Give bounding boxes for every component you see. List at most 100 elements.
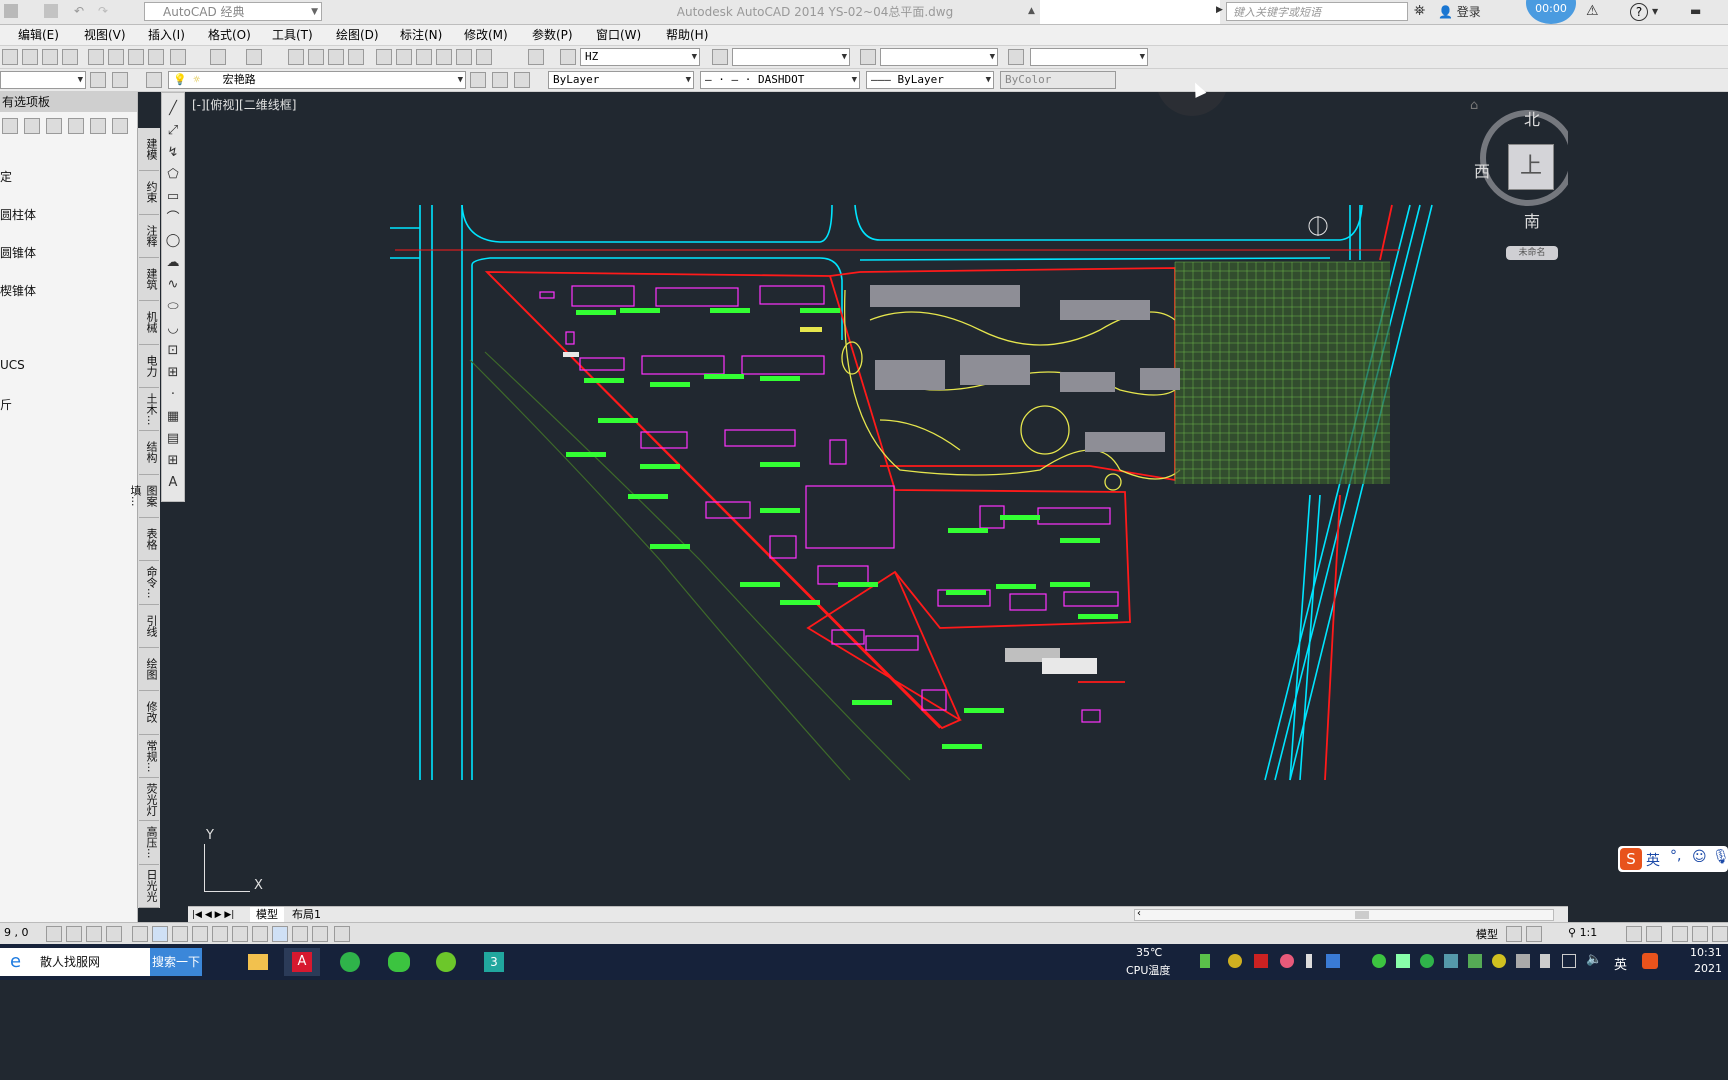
- layer-previous-icon[interactable]: [492, 72, 508, 88]
- palette-tab[interactable]: 引线: [139, 605, 159, 648]
- tray-wechat-icon[interactable]: [1372, 954, 1386, 968]
- home-icon[interactable]: ⌂: [1470, 98, 1478, 113]
- cut-icon[interactable]: [88, 49, 104, 65]
- ime-indicator[interactable]: 英: [1614, 954, 1627, 973]
- menu-help[interactable]: 帮助(H): [660, 25, 714, 45]
- menu-format[interactable]: 格式(O): [202, 25, 257, 45]
- wechat-icon[interactable]: [380, 948, 416, 976]
- otrack-icon[interactable]: [192, 926, 208, 942]
- security-guard-icon[interactable]: [428, 948, 464, 976]
- palette-tab[interactable]: 注释: [139, 215, 159, 258]
- layer-tool-icon[interactable]: [112, 72, 128, 88]
- autodesk-icon[interactable]: ⚠: [1586, 3, 1599, 19]
- zoom-previous-icon[interactable]: [348, 49, 364, 65]
- palette-tab[interactable]: 建模: [139, 128, 159, 172]
- expand-search-icon[interactable]: ▶: [1216, 5, 1223, 15]
- print-icon[interactable]: [44, 4, 58, 18]
- osnap-icon[interactable]: [152, 926, 168, 942]
- palette-tab[interactable]: 约束: [139, 171, 159, 215]
- palette-tab[interactable]: 结构: [139, 431, 159, 475]
- block-editor-icon[interactable]: [170, 49, 186, 65]
- tool-palettes-icon[interactable]: [416, 49, 432, 65]
- properties-icon[interactable]: [376, 49, 392, 65]
- sogou-ime-bar[interactable]: S 英 °, ☺ 🎙: [1618, 846, 1728, 872]
- scroll-up-icon[interactable]: ▲: [1028, 6, 1035, 16]
- network-icon[interactable]: [1562, 954, 1576, 968]
- annotation-monitor-icon[interactable]: [334, 926, 350, 942]
- taskbar-search-input[interactable]: e 散人找服网: [0, 948, 150, 976]
- nav-first-icon[interactable]: |◀ ◀ ▶ ▶|: [192, 907, 234, 923]
- make-current-icon[interactable]: [470, 72, 486, 88]
- menu-modify[interactable]: 修改(M): [458, 25, 514, 45]
- help-button[interactable]: ?: [1630, 3, 1648, 21]
- help-dropdown-icon[interactable]: ▼: [1652, 7, 1658, 16]
- lock-ui-icon[interactable]: [1692, 926, 1708, 942]
- palette-tab[interactable]: 修改: [139, 691, 159, 735]
- wcs-menu[interactable]: 未命名: [1506, 246, 1558, 260]
- arc-icon[interactable]: ⌒: [165, 211, 181, 227]
- text-style-icon[interactable]: [560, 49, 576, 65]
- save-icon[interactable]: [4, 4, 18, 18]
- infer-constraints-icon[interactable]: [46, 926, 62, 942]
- workspace-switch-icon[interactable]: [1672, 926, 1688, 942]
- dim-style-select[interactable]: ▼: [732, 48, 850, 66]
- palette-tab[interactable]: 高压...: [139, 821, 159, 865]
- paste-icon[interactable]: [128, 49, 144, 65]
- file-explorer-icon[interactable]: [240, 948, 276, 976]
- app-3-icon[interactable]: 3: [476, 948, 512, 976]
- zoom-window-icon[interactable]: [328, 49, 344, 65]
- lineweight-toggle-icon[interactable]: [252, 926, 268, 942]
- save-icon[interactable]: [42, 49, 58, 65]
- menu-window[interactable]: 窗口(W): [590, 25, 647, 45]
- palette-tab[interactable]: 日光光: [139, 865, 159, 908]
- linetype-select[interactable]: — · — · DASHDOT ▼: [700, 71, 860, 89]
- autocad-icon[interactable]: A: [284, 948, 320, 976]
- tray-user-icon[interactable]: [1396, 954, 1410, 968]
- multileader-style-select[interactable]: ▼: [1030, 48, 1148, 66]
- palette-tab[interactable]: 绘图: [139, 648, 159, 692]
- torus-icon[interactable]: [90, 118, 106, 134]
- ducs-icon[interactable]: [212, 926, 228, 942]
- spline-icon[interactable]: ∿: [165, 277, 181, 293]
- menu-draw[interactable]: 绘图(D): [330, 25, 385, 45]
- palette-tab[interactable]: 图案填...: [129, 475, 159, 518]
- palette-tab[interactable]: 命令...: [139, 561, 159, 605]
- layer-state-icon[interactable]: [514, 72, 530, 88]
- insert-block-icon[interactable]: ⊡: [165, 343, 181, 359]
- layer-manager-icon[interactable]: [146, 72, 162, 88]
- palette-tab[interactable]: 建筑: [139, 258, 159, 302]
- tray-browser-icon[interactable]: [1420, 954, 1434, 968]
- copy-icon[interactable]: [108, 49, 124, 65]
- viewcube-west[interactable]: 西: [1474, 158, 1490, 182]
- tray-battery-icon[interactable]: [1200, 954, 1210, 968]
- workspace-layer-select[interactable]: ▼: [0, 71, 86, 89]
- isolate-objects-icon[interactable]: [1712, 926, 1728, 942]
- tray-red-icon[interactable]: [1254, 954, 1268, 968]
- auto-scale-icon[interactable]: [1646, 926, 1662, 942]
- tray-tool-icon[interactable]: [1516, 954, 1530, 968]
- dyn-icon[interactable]: [232, 926, 248, 942]
- tab-layout1[interactable]: 布局1: [286, 907, 327, 923]
- punctuation-icon[interactable]: °,: [1670, 848, 1681, 864]
- tray-usb-icon[interactable]: [1540, 954, 1550, 968]
- palette-tab[interactable]: 土木...: [139, 388, 159, 432]
- text-style-select[interactable]: HZ ▼: [580, 48, 700, 66]
- drawing-canvas[interactable]: [188, 92, 1568, 906]
- wedge-icon[interactable]: [112, 118, 128, 134]
- plot-icon[interactable]: [62, 49, 78, 65]
- table-style-select[interactable]: ▼: [880, 48, 998, 66]
- workspace-dropdown[interactable]: AutoCAD 经典 ▼: [144, 2, 322, 21]
- sogou-lang[interactable]: 英: [1646, 850, 1660, 870]
- menu-edit[interactable]: 编辑(E): [12, 25, 65, 45]
- rectangle-icon[interactable]: ▭: [165, 189, 181, 205]
- color-select[interactable]: ByLayer ▼: [548, 71, 694, 89]
- dim-style-icon[interactable]: [712, 49, 728, 65]
- palette-item[interactable]: 斤: [0, 396, 12, 413]
- mtext-icon[interactable]: A: [165, 475, 181, 491]
- menu-view[interactable]: 视图(V): [78, 25, 132, 45]
- menu-dimension[interactable]: 标注(N): [394, 25, 448, 45]
- tray-share-icon[interactable]: [1326, 954, 1340, 968]
- tray-thermometer-icon[interactable]: [1306, 954, 1312, 968]
- cone-icon[interactable]: [68, 118, 84, 134]
- tray-display-icon[interactable]: [1468, 954, 1482, 968]
